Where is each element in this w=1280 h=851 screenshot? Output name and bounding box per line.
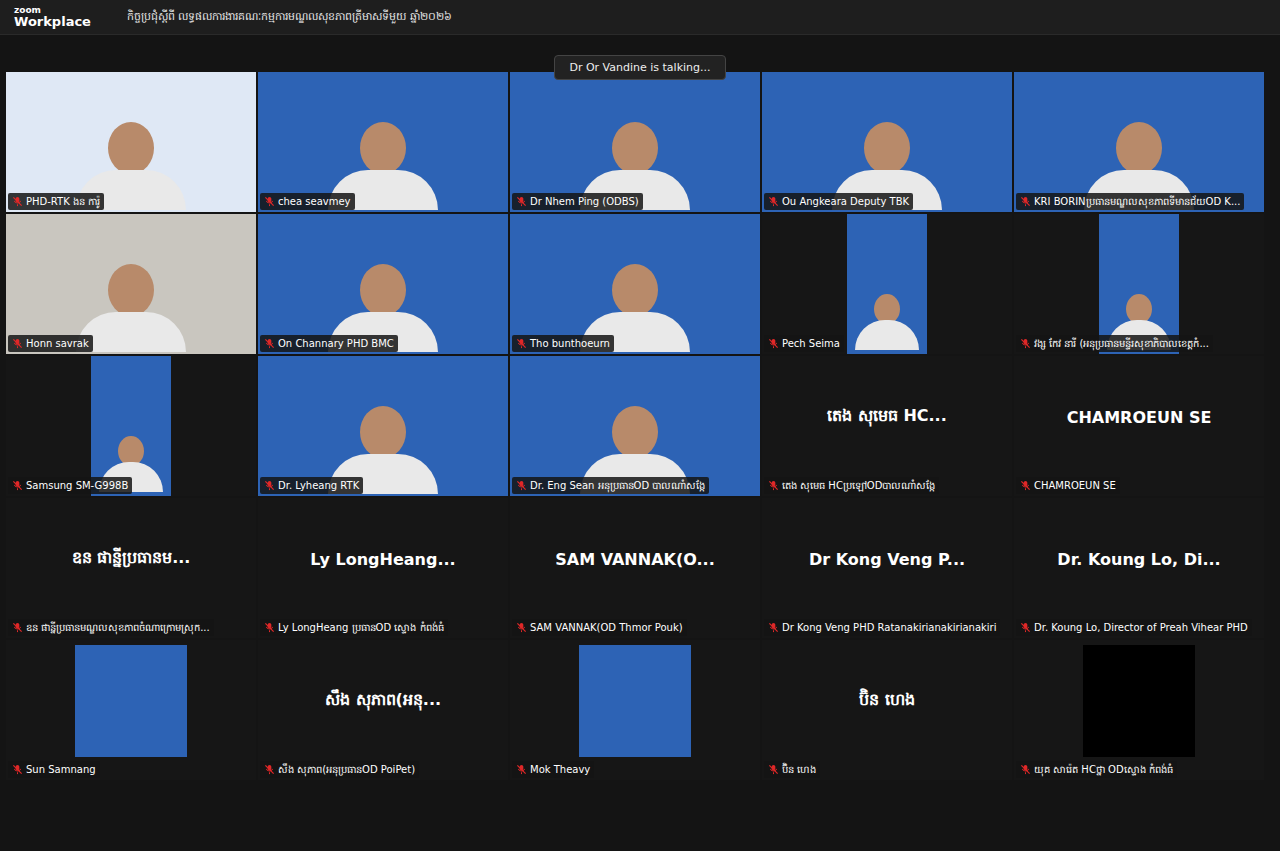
participant-tile[interactable]: Dr Nhem Ping (ODBS) bbox=[510, 72, 760, 212]
name-label: Ly LongHeang ប្រធានOD ស្ទោង កំពង់ធំ bbox=[260, 619, 448, 636]
zoom-logo: zoomWorkplace bbox=[14, 6, 91, 28]
participant-tile[interactable]: On Channary PHD BMC bbox=[258, 214, 508, 354]
participant-name: សឹង សុភាព(អនុ... bbox=[317, 689, 449, 713]
name-label: PHD-RTK ងន ការ៉ូ bbox=[8, 193, 104, 210]
muted-mic-icon bbox=[12, 764, 23, 775]
muted-mic-icon bbox=[768, 338, 779, 349]
muted-mic-icon bbox=[264, 196, 275, 207]
participant-tile[interactable]: Dr. Koung Lo, Di... Dr. Koung Lo, Directo… bbox=[1014, 498, 1264, 638]
name-label: Dr. Eng Sean អនុប្រធានOD បាលណាំសង្កែ bbox=[512, 477, 709, 494]
participant-name: CHAMROEUN SE bbox=[1059, 408, 1220, 427]
participant-name: ប៊ិន ហេង bbox=[851, 689, 923, 713]
participant-tile[interactable]: chea seavmey bbox=[258, 72, 508, 212]
name-label: Ou Angkeara Deputy TBK bbox=[764, 193, 913, 210]
muted-mic-icon bbox=[768, 480, 779, 491]
name-label: Pech Seima bbox=[764, 335, 844, 352]
participant-tile[interactable]: CHAMROEUN SE CHAMROEUN SE bbox=[1014, 356, 1264, 496]
name-label: ប៊ិន ហេង bbox=[764, 761, 820, 778]
speaker-row: Dr Or Vandine is talking... bbox=[0, 35, 1280, 72]
participant-name: តេង សុមេធ HC... bbox=[819, 405, 955, 429]
zoom-window: zoomWorkplace កិច្ចប្រជុំស្តីពី លទ្ធផលការ… bbox=[0, 0, 1280, 851]
video-feed bbox=[847, 214, 927, 354]
name-label: Dr. Koung Lo, Director of Preah Vihear P… bbox=[1016, 619, 1252, 636]
name-label: Sun Samnang bbox=[8, 761, 100, 778]
muted-mic-icon bbox=[516, 480, 527, 491]
muted-mic-icon bbox=[264, 338, 275, 349]
name-label: Samsung SM-G998B bbox=[8, 477, 132, 494]
participant-tile[interactable]: Dr. Eng Sean អនុប្រធានOD បាលណាំសង្កែ bbox=[510, 356, 760, 496]
name-label: KRI BORINប្រធានមណ្ឌលសុខភាពទីមានជ័យOD K..… bbox=[1016, 193, 1244, 210]
participant-tile[interactable]: SAM VANNAK(O... SAM VANNAK(OD Thmor Pouk) bbox=[510, 498, 760, 638]
participant-tile[interactable]: Pech Seima bbox=[762, 214, 1012, 354]
name-label: Honn savrak bbox=[8, 335, 93, 352]
participant-name: Dr. Koung Lo, Di... bbox=[1049, 550, 1228, 569]
participant-name: Ly LongHeang... bbox=[302, 550, 463, 569]
participant-tile[interactable]: Sun Samnang bbox=[6, 640, 256, 780]
name-label: Mok Theavy bbox=[512, 761, 594, 778]
muted-mic-icon bbox=[12, 338, 23, 349]
profile-picture bbox=[75, 645, 187, 757]
muted-mic-icon bbox=[264, 480, 275, 491]
participant-tile[interactable]: តេង សុមេធ HC... តេង សុមេធ HCប្រឡៅODបាលណាំ… bbox=[762, 356, 1012, 496]
muted-mic-icon bbox=[516, 196, 527, 207]
muted-mic-icon bbox=[516, 764, 527, 775]
muted-mic-icon bbox=[1020, 764, 1031, 775]
muted-mic-icon bbox=[768, 622, 779, 633]
participant-name: ឧន ផាន្នីប្រធានម... bbox=[64, 547, 199, 571]
name-label: Dr. Lyheang RTK bbox=[260, 477, 363, 494]
muted-mic-icon bbox=[1020, 480, 1031, 491]
participant-grid: PHD-RTK ងន ការ៉ូ chea seavmey Dr Nhem Ping… bbox=[0, 72, 1280, 780]
participant-tile[interactable]: វង្ស កែវ នារី (អនុប្រធានមន្ទីរសុខាភិបាលខ… bbox=[1014, 214, 1264, 354]
video-feed bbox=[1099, 214, 1179, 354]
participant-tile[interactable]: KRI BORINប្រធានមណ្ឌលសុខភាពទីមានជ័យOD K..… bbox=[1014, 72, 1264, 212]
participant-name: Dr Kong Veng P... bbox=[801, 550, 973, 569]
muted-mic-icon bbox=[12, 480, 23, 491]
participant-tile[interactable]: Samsung SM-G998B bbox=[6, 356, 256, 496]
participant-tile[interactable]: ប៊ិន ហេងប៊ិន ហេង bbox=[762, 640, 1012, 780]
name-label: CHAMROEUN SE bbox=[1016, 477, 1120, 494]
name-label: Tho bunthoeurn bbox=[512, 335, 614, 352]
muted-mic-icon bbox=[768, 196, 779, 207]
muted-mic-icon bbox=[516, 338, 527, 349]
participant-tile[interactable]: ឧន ផាន្នីប្រធានម... ឧន ផាន្នីប្រធានមណ្ឌលស… bbox=[6, 498, 256, 638]
participant-tile[interactable]: Honn savrak bbox=[6, 214, 256, 354]
name-label: តេង សុមេធ HCប្រឡៅODបាលណាំសង្កែ bbox=[764, 477, 939, 494]
muted-mic-icon bbox=[264, 764, 275, 775]
participant-tile[interactable]: Ou Angkeara Deputy TBK bbox=[762, 72, 1012, 212]
participant-tile[interactable]: Mok Theavy bbox=[510, 640, 760, 780]
muted-mic-icon bbox=[1020, 338, 1031, 349]
participant-tile[interactable]: យុគ សារ៉េត HCថ្នា ODស្ទោង កំពង់ធំ bbox=[1014, 640, 1264, 780]
participant-tile[interactable]: Dr. Lyheang RTK bbox=[258, 356, 508, 496]
name-label: On Channary PHD BMC bbox=[260, 335, 398, 352]
video-feed bbox=[91, 356, 171, 496]
name-label: Dr Kong Veng PHD Ratanakirianakirianakir… bbox=[764, 619, 1000, 636]
title-bar: zoomWorkplace កិច្ចប្រជុំស្តីពី លទ្ធផលការ… bbox=[0, 0, 1280, 35]
participant-tile[interactable]: Tho bunthoeurn bbox=[510, 214, 760, 354]
muted-mic-icon bbox=[1020, 196, 1031, 207]
name-label: វង្ស កែវ នារី (អនុប្រធានមន្ទីរសុខាភិបាលខ… bbox=[1016, 335, 1213, 352]
profile-picture bbox=[579, 645, 691, 757]
muted-mic-icon bbox=[264, 622, 275, 633]
name-label: chea seavmey bbox=[260, 193, 355, 210]
meeting-title: កិច្ចប្រជុំស្តីពី លទ្ធផលការងារគណៈកម្មការ… bbox=[127, 9, 452, 25]
name-label: សឹង សុភាព(អនុប្រធានOD PoiPet) bbox=[260, 761, 419, 778]
participant-tile[interactable]: Ly LongHeang... Ly LongHeang ប្រធានOD ស្ទ… bbox=[258, 498, 508, 638]
muted-mic-icon bbox=[516, 622, 527, 633]
profile-picture bbox=[1083, 645, 1195, 757]
muted-mic-icon bbox=[12, 622, 23, 633]
participant-tile[interactable]: សឹង សុភាព(អនុ... សឹង សុភាព(អនុប្រធានOD Po… bbox=[258, 640, 508, 780]
muted-mic-icon bbox=[768, 764, 779, 775]
participant-tile[interactable]: Dr Kong Veng P... Dr Kong Veng PHD Ratana… bbox=[762, 498, 1012, 638]
name-label: Dr Nhem Ping (ODBS) bbox=[512, 193, 643, 210]
talking-indicator: Dr Or Vandine is talking... bbox=[554, 55, 725, 80]
name-label: ឧន ផាន្នីប្រធានមណ្ឌលសុខភាពចំណាក្រោមស្រុក… bbox=[8, 619, 214, 636]
muted-mic-icon bbox=[12, 196, 23, 207]
participant-tile[interactable]: PHD-RTK ងន ការ៉ូ bbox=[6, 72, 256, 212]
muted-mic-icon bbox=[1020, 622, 1031, 633]
name-label: SAM VANNAK(OD Thmor Pouk) bbox=[512, 619, 687, 636]
name-label: យុគ សារ៉េត HCថ្នា ODស្ទោង កំពង់ធំ bbox=[1016, 761, 1177, 778]
participant-name: SAM VANNAK(O... bbox=[547, 550, 722, 569]
